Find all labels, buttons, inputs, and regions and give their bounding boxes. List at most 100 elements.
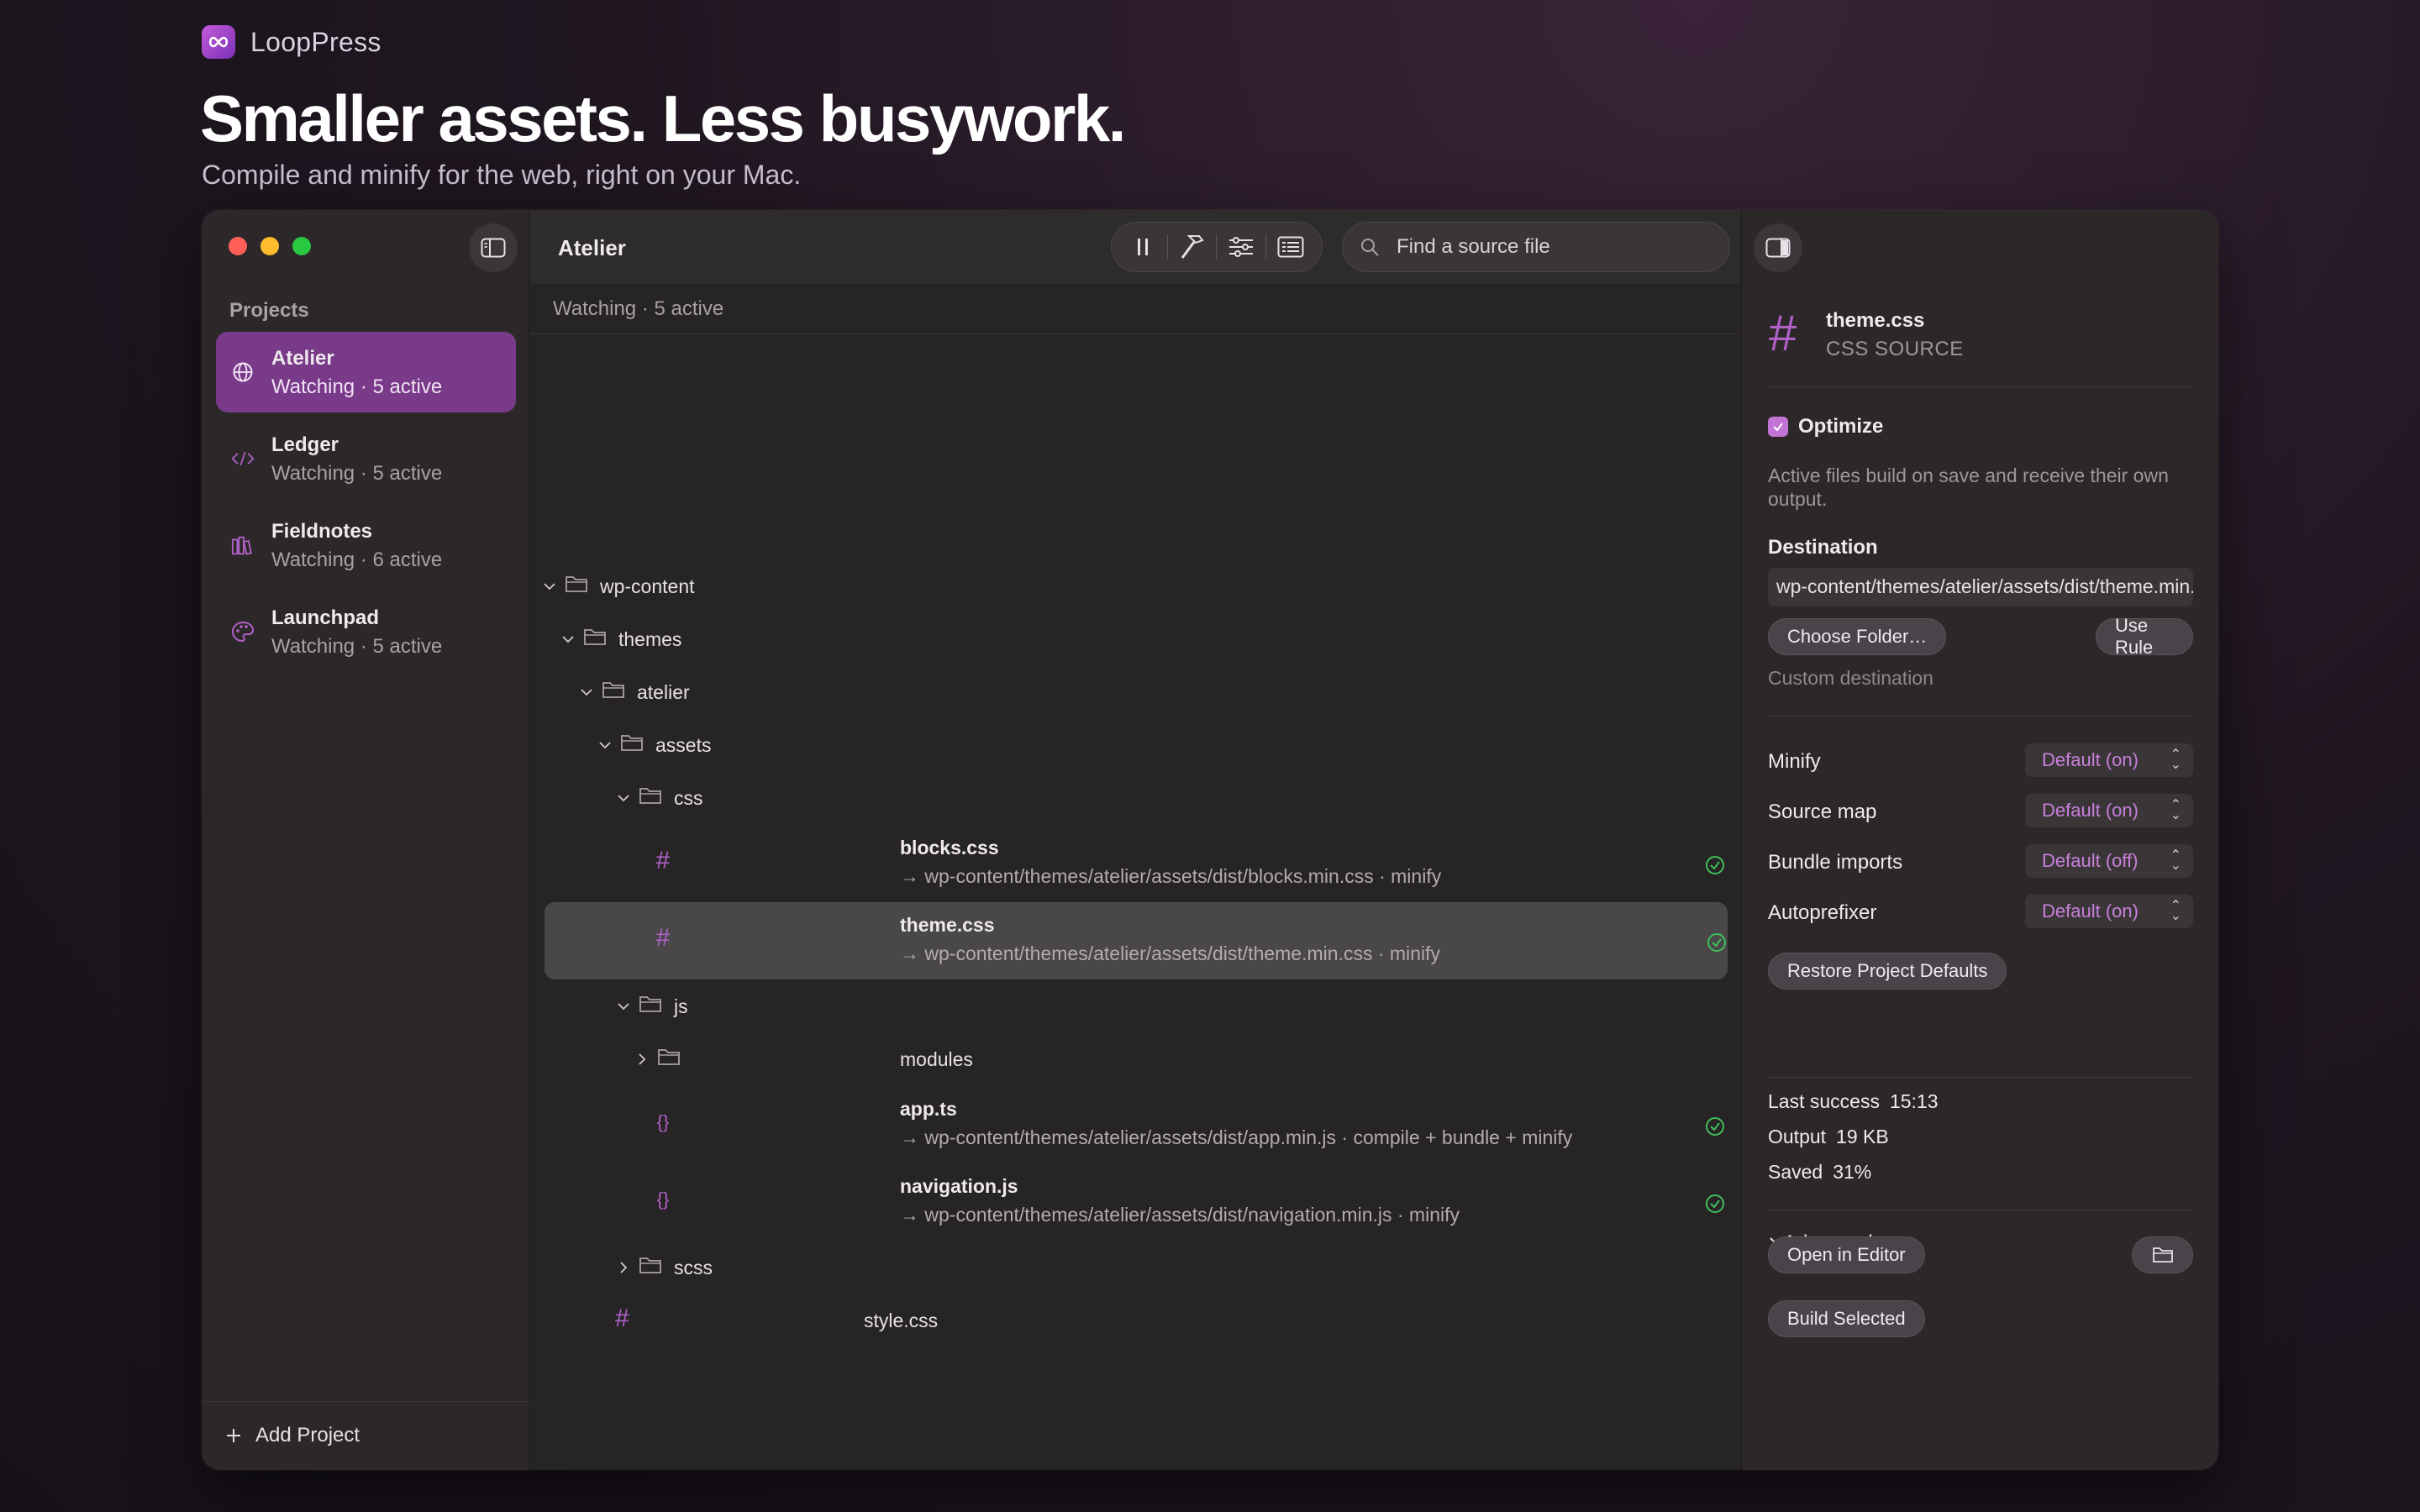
sidebar-item-ledger[interactable]: Ledger Watching · 5 active [216,418,516,499]
chevron-down-icon[interactable] [596,736,614,754]
autoprefixer-select[interactable]: Default (on) ⌃ ⌄ [2025,895,2193,928]
project-name: Atelier [271,347,334,370]
folder-icon [639,785,664,811]
file-browser: Atelier Find a source file Watching · 5 … [530,210,1740,1470]
folder-icon [2152,1247,2173,1263]
stat-label: Last success [1768,1090,1880,1112]
file-destination: → wp-content/themes/atelier/assets/dist/… [900,1126,1573,1148]
tree-label: themes [618,628,682,650]
app-window: Projects Atelier Watching · 5 active Led… [202,210,2218,1470]
tree-folder-themes[interactable]: themes [530,613,1740,666]
settings-button[interactable] [1220,228,1262,265]
setting-label: Source map [1768,801,1877,823]
tree-label: assets [655,734,712,756]
folder-icon [602,680,627,705]
minify-select[interactable]: Default (on) ⌃ ⌄ [2025,743,2193,777]
success-check-icon [1705,1194,1725,1214]
tree-folder-assets[interactable]: assets [530,719,1740,772]
stat-value: 19 KB [1836,1126,1889,1147]
project-name: Ledger [271,433,339,456]
open-in-editor-button[interactable]: Open in Editor [1768,1236,1925,1273]
chevron-right-icon[interactable] [633,1050,651,1068]
pause-button[interactable] [1122,228,1164,265]
search-input[interactable] [1397,235,1699,259]
file-row-blocks-css[interactable]: # blocks.css → wp-content/themes/atelier… [530,825,1740,902]
inspector-icon [1765,238,1791,258]
tree-label: css [674,787,703,809]
setting-label: Autoprefixer [1768,901,1877,924]
books-icon [231,533,255,557]
tree-folder-scss[interactable]: scss [530,1242,1740,1294]
close-button[interactable] [229,237,247,255]
folder-icon [639,994,664,1019]
zoom-button[interactable] [292,237,311,255]
project-status: Watching · 5 active [271,635,443,658]
select-value: Default (on) [2042,900,2139,921]
tree-folder-modules[interactable]: modules [530,1033,1740,1086]
setting-bundle-imports: Bundle imports Default (off) ⌃ ⌄ [1768,844,2193,878]
tree-folder-wp-content[interactable]: wp-content [530,560,1740,613]
tree-folder-js[interactable]: js [530,980,1740,1033]
css-hash-icon: # [1769,305,1797,361]
tree-label: wp-content [600,575,695,597]
folder-icon [657,1047,682,1072]
chevron-down-icon[interactable] [577,683,596,701]
sidebar-item-fieldnotes[interactable]: Fieldnotes Watching · 6 active [216,505,516,585]
sidebar-item-launchpad[interactable]: Launchpad Watching · 5 active [216,591,516,672]
toolbar-actions [1111,222,1323,272]
tree-folder-atelier[interactable]: atelier [530,666,1740,719]
setting-autoprefixer: Autoprefixer Default (on) ⌃ ⌄ [1768,895,2193,928]
search-icon [1361,239,1379,256]
toggle-inspector-button[interactable] [1754,223,1802,272]
chevron-down-icon[interactable] [559,630,577,648]
code-icon [231,447,255,470]
file-row-app-ts[interactable]: {} app.ts → wp-content/themes/atelier/as… [530,1086,1740,1163]
sidebar-heading: Projects [229,299,309,322]
success-check-icon [1705,1116,1725,1137]
css-hash-icon: # [655,847,671,874]
checkbox-checked-icon [1768,417,1788,437]
file-row-theme-css[interactable]: # theme.css → wp-content/themes/atelier/… [544,902,1728,979]
chevron-down-icon[interactable] [614,997,633,1016]
source-map-select[interactable]: Default (on) ⌃ ⌄ [2025,794,2193,827]
add-project-button[interactable]: Add Project [225,1424,360,1447]
inspector-panel: # theme.css CSS SOURCE Optimize Active f… [1741,210,2218,1470]
chevron-down-icon[interactable] [540,577,559,596]
reveal-folder-button[interactable] [2132,1236,2193,1273]
sidebar: Projects Atelier Watching · 5 active Led… [202,210,529,1470]
css-hash-icon: # [615,1305,629,1332]
hammer-icon [1181,235,1204,259]
success-check-icon [1707,932,1727,953]
setting-label: Bundle imports [1768,851,1903,874]
select-value: Default (on) [2042,800,2139,821]
tree-folder-css[interactable]: css [530,772,1740,825]
chevron-right-icon[interactable] [614,1258,633,1277]
tree-label: modules [900,1048,973,1070]
watch-status: Watching · 5 active [553,297,724,320]
choose-folder-button[interactable]: Choose Folder… [1768,618,1947,655]
stat-last-success: Last success 15:13 [1768,1090,1939,1113]
sidebar-item-atelier[interactable]: Atelier Watching · 5 active [216,332,516,412]
tree-file-style-css[interactable]: # style.css [530,1294,1740,1347]
file-destination: → wp-content/themes/atelier/assets/dist/… [900,1204,1460,1226]
restore-defaults-button[interactable]: Restore Project Defaults [1768,953,2007,990]
use-rule-button[interactable]: Use Rule [2096,615,2193,658]
folder-icon [639,1255,664,1280]
brand: LoopPress [202,25,381,59]
optimize-help: Active files build on save and receive t… [1768,465,2169,510]
list-icon [1277,236,1304,258]
bundle-imports-select[interactable]: Default (off) ⌃ ⌄ [2025,844,2193,878]
build-button[interactable] [1171,228,1213,265]
optimize-checkbox[interactable]: Optimize [1768,415,1883,438]
minimize-button[interactable] [260,237,279,255]
destination-field[interactable]: wp-content/themes/atelier/assets/dist/th… [1768,568,2193,606]
chevron-down-icon[interactable] [614,789,633,807]
destination-label: Destination [1768,536,1878,559]
file-row-navigation-js[interactable]: {} navigation.js → wp-content/themes/ate… [530,1163,1740,1241]
setting-source-map: Source map Default (on) ⌃ ⌄ [1768,794,2193,827]
folder-icon [620,732,645,758]
log-button[interactable] [1270,228,1312,265]
toggle-sidebar-button[interactable] [469,223,518,272]
project-status: Watching · 6 active [271,549,443,571]
build-selected-button[interactable]: Build Selected [1768,1300,1925,1337]
